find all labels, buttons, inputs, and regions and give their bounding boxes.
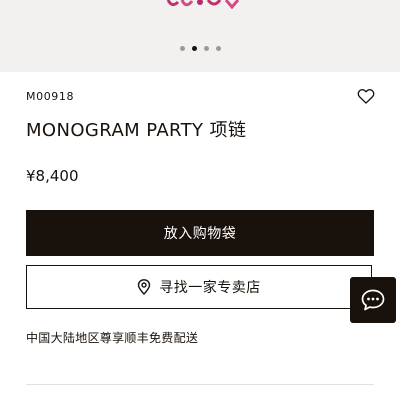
carousel-dot[interactable] bbox=[215, 46, 221, 51]
product-image bbox=[166, 0, 240, 9]
carousel-pagination bbox=[0, 46, 400, 51]
chat-button[interactable] bbox=[350, 277, 396, 323]
product-image-carousel[interactable] bbox=[0, 0, 400, 72]
carousel-dot[interactable] bbox=[179, 46, 185, 51]
carousel-dot-active[interactable] bbox=[191, 46, 197, 51]
add-to-cart-button[interactable]: 放入购物袋 bbox=[26, 210, 374, 256]
location-pin-icon bbox=[138, 279, 151, 295]
product-price: ¥8,400 bbox=[26, 167, 79, 185]
product-sku: M00918 bbox=[26, 90, 75, 103]
find-store-label: 寻找一家专卖店 bbox=[159, 280, 261, 296]
add-to-cart-label: 放入购物袋 bbox=[163, 226, 237, 242]
find-store-button[interactable]: 寻找一家专卖店 bbox=[26, 265, 372, 309]
product-page: M00918 MONOGRAM PARTY 项链 ¥8,400 放入购物袋 寻找… bbox=[0, 0, 400, 400]
divider bbox=[26, 384, 374, 385]
product-title: MONOGRAM PARTY 项链 bbox=[26, 120, 247, 141]
carousel-dot[interactable] bbox=[203, 46, 209, 51]
chat-bubble-icon bbox=[361, 289, 385, 311]
shipping-note: 中国大陆地区尊享顺丰免费配送 bbox=[26, 331, 199, 345]
heart-icon[interactable] bbox=[356, 86, 376, 106]
